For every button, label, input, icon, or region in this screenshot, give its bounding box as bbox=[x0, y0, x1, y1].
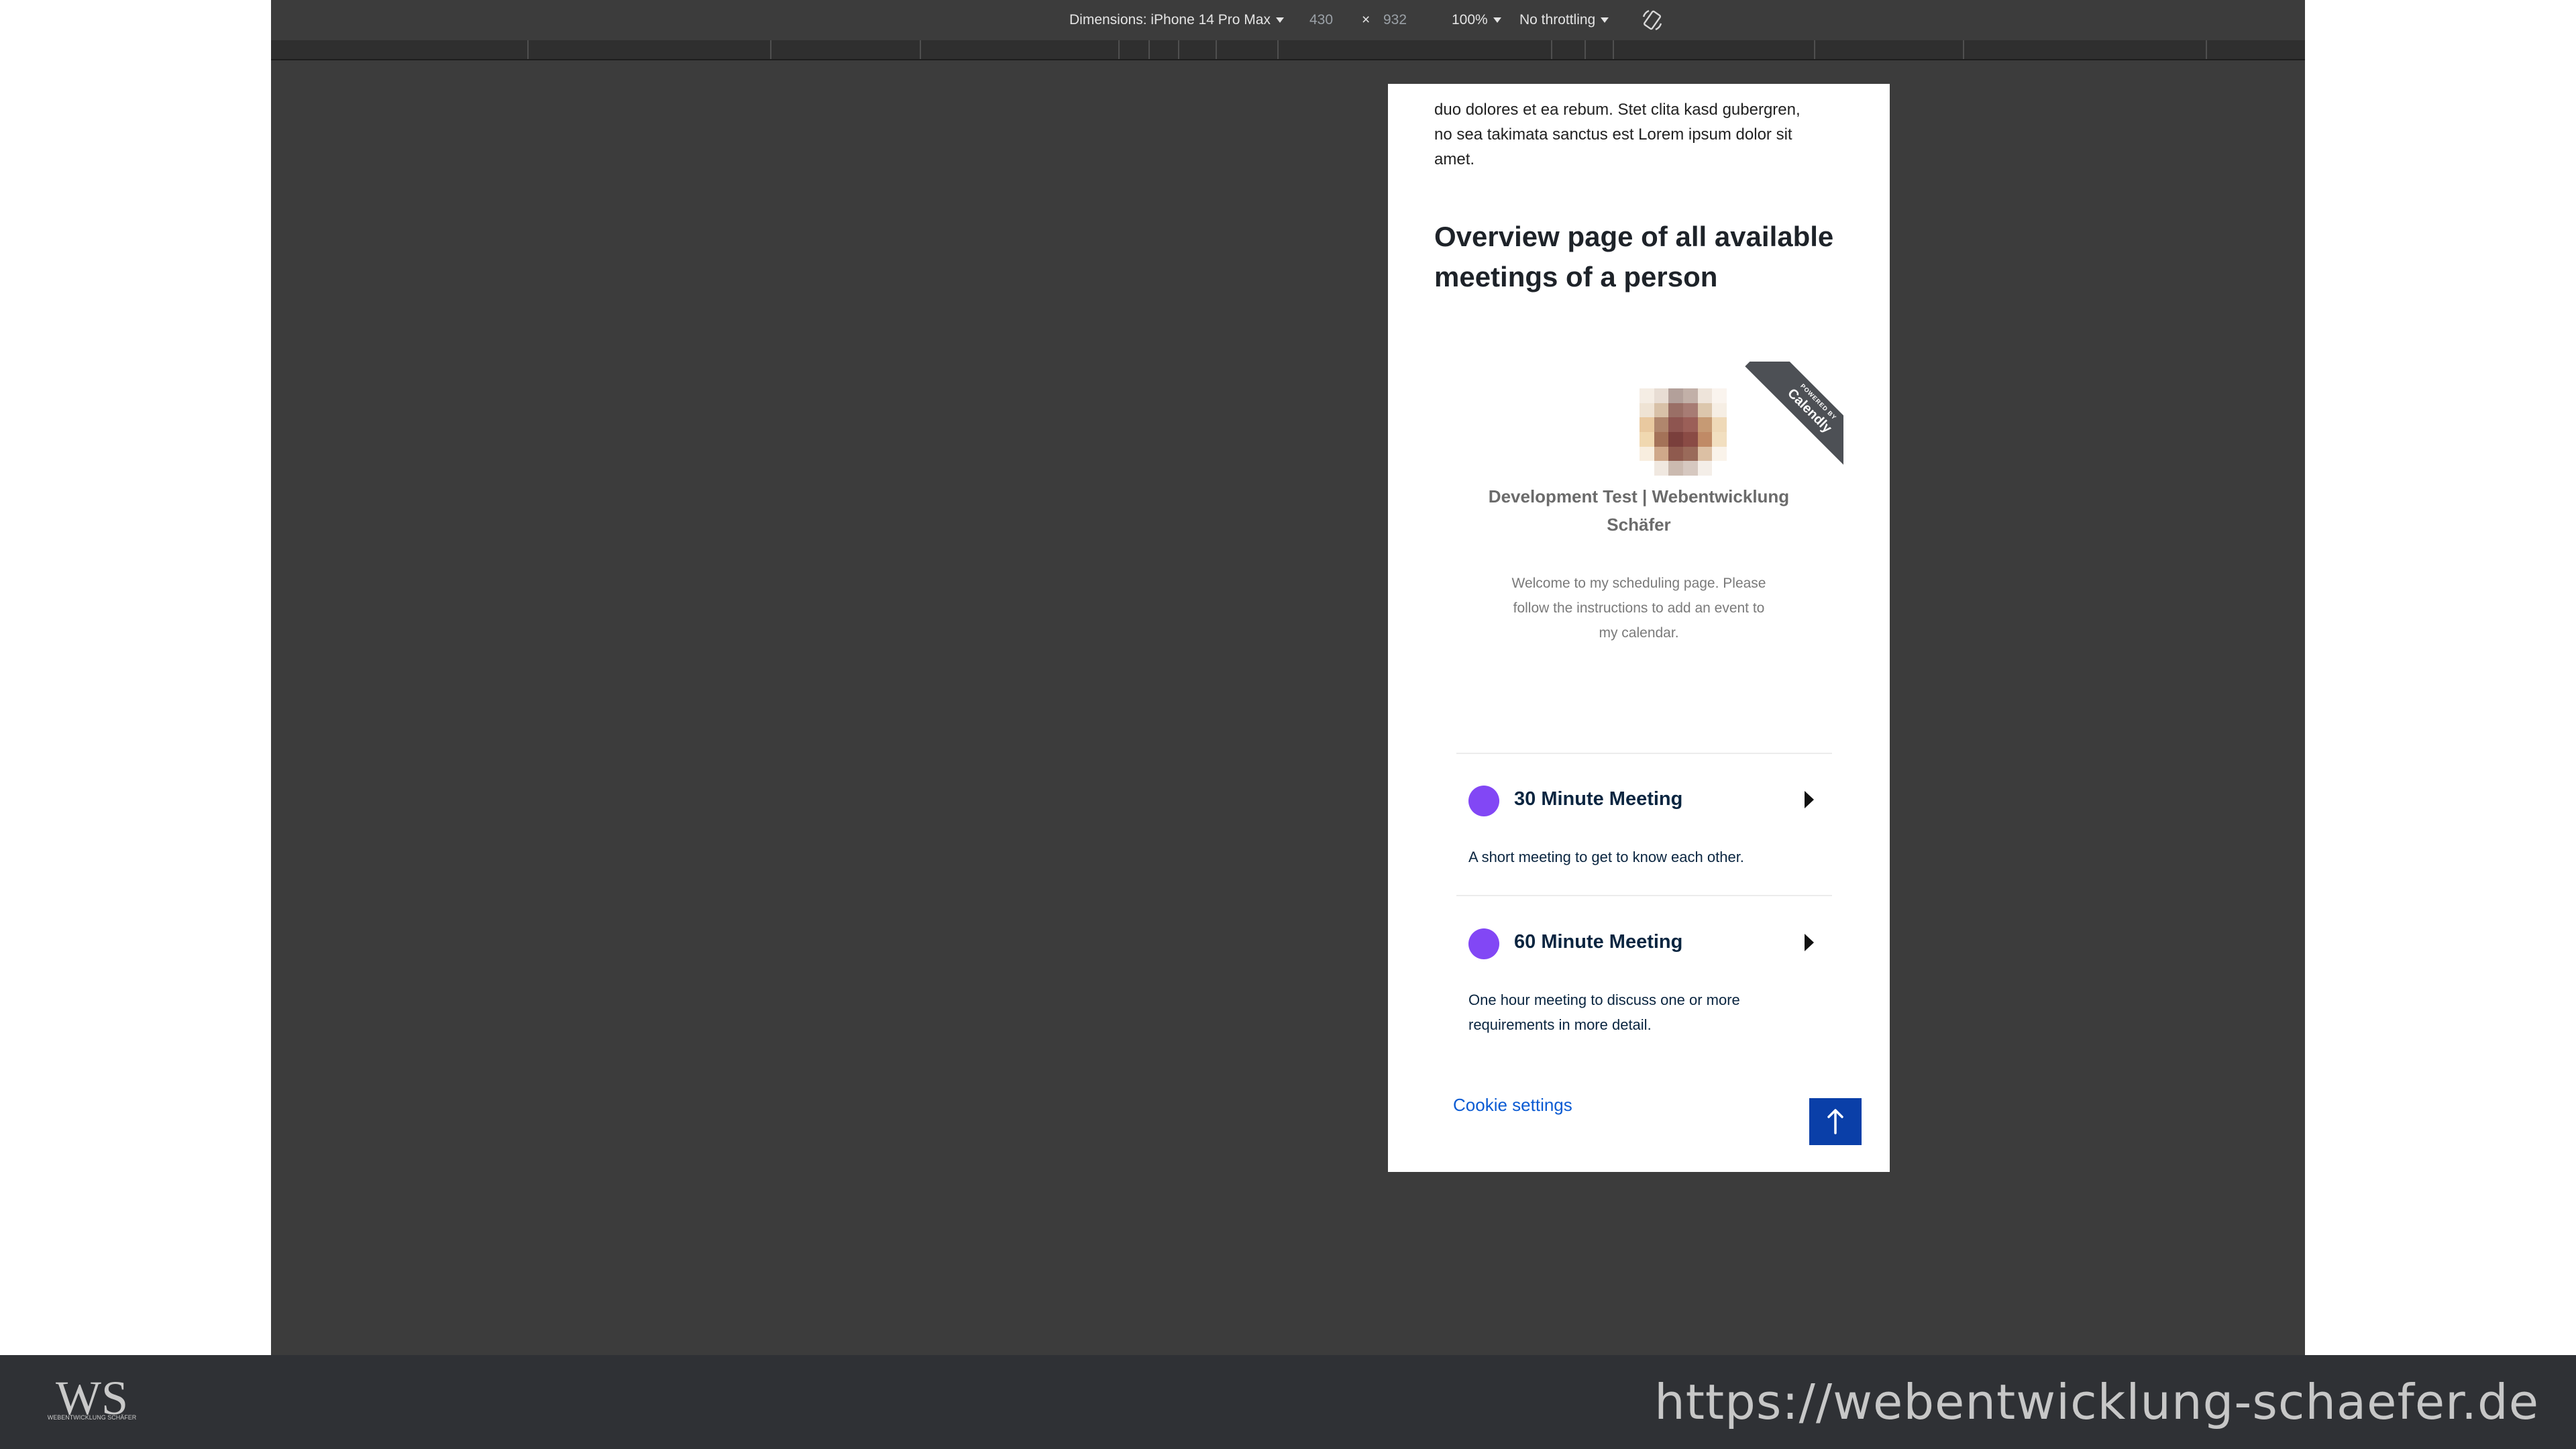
event-color-dot bbox=[1468, 786, 1499, 816]
device-dimensions-dropdown[interactable]: Dimensions: iPhone 14 Pro Max bbox=[1069, 12, 1284, 28]
event-title: 60 Minute Meeting bbox=[1514, 931, 1683, 953]
zoom-dropdown[interactable]: 100% bbox=[1452, 12, 1501, 28]
organizer-name: Development Test | Webentwicklung Schäfe… bbox=[1488, 486, 1790, 535]
badge-band: POWERED BY Calendly bbox=[1745, 362, 1843, 473]
cookie-settings-link[interactable]: Cookie settings bbox=[1453, 1095, 1572, 1116]
page-title: Overview page of all available meetings … bbox=[1434, 221, 1834, 292]
caret-right-icon bbox=[1805, 934, 1814, 951]
caret-right-icon bbox=[1805, 791, 1814, 808]
dimension-separator: × bbox=[1362, 12, 1371, 28]
calendly-embed: POWERED BY Calendly Development Test | W… bbox=[1434, 362, 1843, 1074]
chevron-down-icon bbox=[1275, 17, 1284, 23]
intro-line: no sea takimata sanctus est Lorem ipsum … bbox=[1434, 125, 1792, 144]
intro-line: amet. bbox=[1434, 150, 1475, 168]
devtools-emulation-area: Dimensions: iPhone 14 Pro Max 430 × 932 … bbox=[271, 0, 2305, 1355]
powered-by-calendly-badge[interactable]: POWERED BY Calendly bbox=[1732, 362, 1843, 473]
throttling-label: No throttling bbox=[1519, 12, 1596, 28]
intro-line: duo dolores et ea rebum. Stet clita kasd… bbox=[1434, 101, 1801, 119]
media-query-ruler bbox=[271, 40, 2305, 60]
event-description: A short meeting to get to know each othe… bbox=[1468, 849, 1744, 865]
chevron-down-icon bbox=[1493, 17, 1501, 23]
ws-logo: WS WEBENTWICKLUNG SCHÄFER bbox=[48, 1375, 137, 1425]
throttling-dropdown[interactable]: No throttling bbox=[1519, 12, 1609, 28]
chevron-down-icon bbox=[1601, 17, 1609, 23]
site-url: https://webentwicklung-schaefer.de bbox=[1654, 1374, 2539, 1430]
device-dimensions-label: Dimensions: iPhone 14 Pro Max bbox=[1069, 12, 1271, 28]
mobile-viewport: duo dolores et ea rebum. Stet clita kasd… bbox=[1388, 84, 1890, 1172]
back-to-top-button[interactable] bbox=[1809, 1098, 1862, 1145]
event-type-60-minute[interactable]: 60 Minute Meeting bbox=[1456, 910, 1832, 977]
avatar bbox=[1640, 388, 1727, 476]
intro-paragraph: duo dolores et ea rebum. Stet clita kasd… bbox=[1434, 97, 1864, 172]
svg-text:WEBENTWICKLUNG SCHÄFER: WEBENTWICKLUNG SCHÄFER bbox=[48, 1414, 137, 1421]
event-title: 30 Minute Meeting bbox=[1514, 788, 1683, 810]
event-type-30-minute[interactable]: 30 Minute Meeting bbox=[1456, 767, 1832, 834]
viewport-width-input[interactable]: 430 bbox=[1309, 12, 1333, 28]
event-color-dot bbox=[1468, 928, 1499, 959]
rotate-icon[interactable] bbox=[1641, 9, 1664, 32]
welcome-message: Welcome to my scheduling page. Please fo… bbox=[1511, 576, 1766, 641]
event-description: One hour meeting to discuss one or more … bbox=[1468, 991, 1740, 1033]
divider bbox=[1456, 753, 1832, 754]
zoom-label: 100% bbox=[1452, 12, 1488, 28]
branding-bar: WS WEBENTWICKLUNG SCHÄFER https://webent… bbox=[0, 1355, 2576, 1449]
viewport-height-input[interactable]: 932 bbox=[1383, 12, 1407, 28]
divider bbox=[1456, 895, 1832, 896]
arrow-up-icon bbox=[1827, 1109, 1843, 1134]
device-toolbar: Dimensions: iPhone 14 Pro Max 430 × 932 … bbox=[271, 0, 2305, 42]
